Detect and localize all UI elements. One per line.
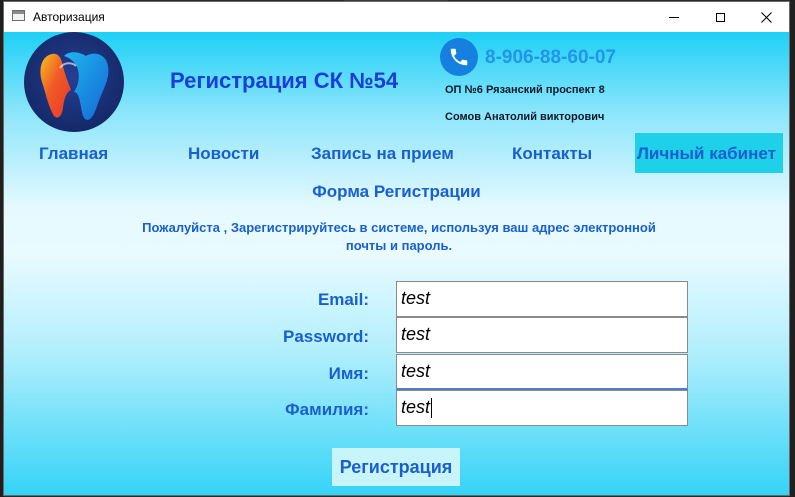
window-app-icon <box>12 10 25 21</box>
last-name-value: test <box>401 397 431 417</box>
minimize-button[interactable] <box>651 2 697 32</box>
title-bar[interactable]: Авторизация <box>4 2 789 32</box>
form-subtitle-line1: Пожалуйста , Зарегистрируйтесь в системе… <box>142 220 656 235</box>
main-nav: Главная Новости Запись на прием Контакты… <box>4 133 789 173</box>
email-value: test <box>401 288 431 308</box>
password-label: Password: <box>283 327 369 346</box>
nav-item-appointment[interactable]: Запись на прием <box>311 133 454 173</box>
last-name-label: Фамилия: <box>285 400 369 419</box>
form-subtitle: Пожалуйста , Зарегистрируйтесь в системе… <box>99 219 699 255</box>
window-title: Авторизация <box>33 10 105 24</box>
close-icon <box>760 11 772 23</box>
first-name-label: Имя: <box>328 364 369 383</box>
maximize-button[interactable] <box>697 2 743 32</box>
background-desktop-right <box>789 0 795 497</box>
nav-item-news[interactable]: Новости <box>188 133 259 173</box>
tooth-logo-icon <box>24 32 124 132</box>
email-field[interactable]: test <box>396 281 688 317</box>
phone-number[interactable]: 8-906-88-60-07 <box>485 47 616 69</box>
first-name-field[interactable]: test <box>396 354 688 390</box>
nav-item-contacts[interactable]: Контакты <box>512 133 592 173</box>
form-subtitle-line2: почты и пароль. <box>345 238 453 253</box>
close-button[interactable] <box>743 2 789 32</box>
first-name-value: test <box>401 361 431 381</box>
address-text: ОП №6 Рязанский проспект 8 <box>445 84 605 96</box>
email-label: Email: <box>317 290 369 309</box>
text-caret <box>431 398 433 419</box>
password-field[interactable]: test <box>396 317 688 353</box>
nav-item-home[interactable]: Главная <box>39 133 108 173</box>
phone-icon <box>440 38 478 76</box>
minimize-icon <box>669 16 679 18</box>
register-button[interactable]: Регистрация <box>332 448 460 486</box>
site-title: Регистрация СК №54 <box>170 68 399 93</box>
app-window: Авторизация Регистрация СК №54 8-906-88-… <box>4 2 789 495</box>
page-content: Регистрация СК №54 8-906-88-60-07 ОП №6 … <box>4 32 789 495</box>
form-title: Форма Регистрации <box>312 182 481 201</box>
nav-item-cabinet[interactable]: Личный кабинет <box>635 133 783 173</box>
owner-name: Сомов Анатолий викторович <box>445 111 605 123</box>
password-value: test <box>401 324 431 344</box>
last-name-field[interactable]: test <box>396 390 688 426</box>
maximize-icon <box>715 12 725 22</box>
